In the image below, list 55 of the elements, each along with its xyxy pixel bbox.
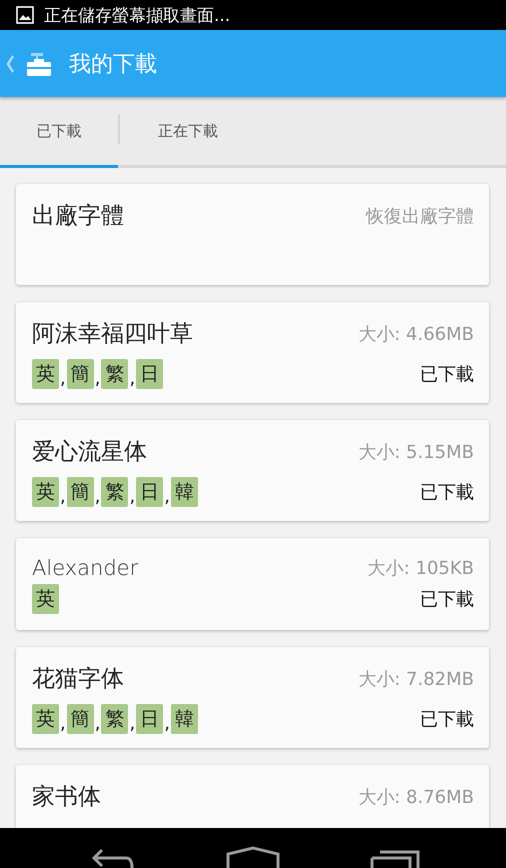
separator: ,: [60, 486, 66, 507]
font-card[interactable]: 家书体 大小: 8.76MB: [16, 765, 489, 828]
language-tag: 簡: [66, 359, 94, 389]
language-tag: 英: [32, 704, 59, 734]
font-name: Alexander: [32, 556, 138, 580]
notification-text: 正在儲存螢幕擷取畫面...: [44, 4, 230, 26]
font-name: 爱心流星体: [32, 438, 147, 467]
recent-apps-icon[interactable]: [370, 850, 420, 868]
font-name: 阿沫幸福四叶草: [32, 320, 193, 349]
separator: ,: [164, 713, 170, 734]
file-size: 大小: 8.76MB: [358, 786, 474, 808]
separator: ,: [129, 368, 136, 389]
font-name: 出廠字體: [32, 202, 124, 231]
image-icon: [16, 6, 34, 24]
download-status: 已下載: [420, 588, 474, 611]
separator: ,: [60, 368, 66, 389]
language-tag: 英: [32, 359, 59, 389]
language-tag: 韓: [170, 704, 198, 734]
screen-title: 我的下載: [69, 50, 157, 78]
language-tag: 簡: [66, 704, 94, 734]
language-tag: 日: [136, 359, 164, 389]
language-tag: 簡: [66, 477, 94, 507]
font-card[interactable]: Alexander 大小: 105KB 英 已下載: [16, 538, 489, 630]
language-tag: 繁: [101, 359, 128, 389]
separator: ,: [129, 486, 136, 507]
font-name: 花猫字体: [32, 665, 124, 694]
download-status: 已下載: [420, 708, 474, 731]
language-tag: 日: [136, 704, 164, 734]
file-size: 大小: 4.66MB: [358, 322, 474, 346]
font-card[interactable]: 阿沫幸福四叶草 大小: 4.66MB 英 , 簡 , 繁 , 日 已下載: [16, 302, 489, 403]
language-tag: 韓: [170, 477, 198, 507]
toolbox-icon[interactable]: [25, 50, 53, 76]
download-status: 已下載: [420, 481, 474, 504]
tab[interactable]: 正在下載: [120, 97, 256, 168]
file-size: 大小: 7.82MB: [358, 668, 474, 690]
language-tag: 繁: [101, 477, 128, 507]
language-tag: 繁: [101, 704, 128, 734]
home-icon[interactable]: [226, 846, 280, 868]
font-card[interactable]: 出廠字體 恢復出廠字體: [16, 184, 489, 285]
file-size: 大小: 5.15MB: [358, 440, 474, 464]
font-card[interactable]: 爱心流星体 大小: 5.15MB 英 , 簡 , 繁 , 日 , 韓 已下載: [16, 420, 489, 521]
separator: ,: [94, 486, 100, 507]
separator: ,: [94, 713, 100, 734]
separator: ,: [60, 713, 66, 734]
separator: ,: [164, 486, 170, 507]
separator: ,: [94, 368, 100, 389]
file-size: 大小: 105KB: [368, 557, 474, 580]
download-status: 已下載: [420, 363, 474, 386]
font-name: 家书体: [32, 783, 101, 812]
back-icon[interactable]: [90, 848, 136, 868]
language-tag: 英: [32, 584, 59, 614]
language-tag: 日: [136, 477, 164, 507]
font-card[interactable]: 花猫字体 大小: 7.82MB 英 , 簡 , 繁 , 日 , 韓 已下載: [16, 647, 489, 748]
separator: ,: [129, 713, 136, 734]
language-tag: 英: [32, 477, 59, 507]
